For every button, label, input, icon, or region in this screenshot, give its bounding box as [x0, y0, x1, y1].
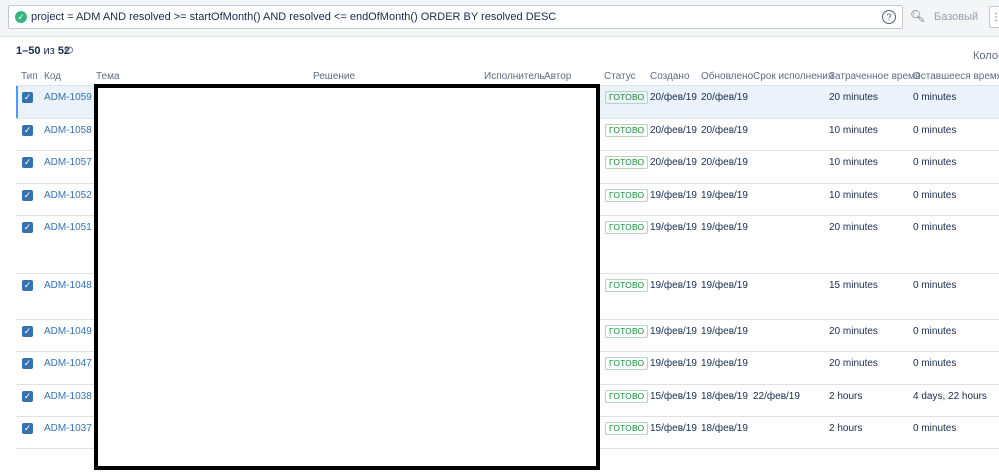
search-bar: ✓ project = ADM AND resolved >= startOfM… [0, 0, 999, 37]
updated-date: 20/фев/19 [701, 125, 748, 136]
status-lozenge: ГОТОВО [605, 124, 649, 137]
status-lozenge: ГОТОВО [605, 189, 649, 202]
results-count: 1–50 из 52 [16, 45, 70, 57]
view-options-button[interactable]: ⋮ [989, 6, 999, 28]
basic-mode-link[interactable]: Базовый [934, 11, 978, 23]
created-date: 19/фев/19 [650, 190, 697, 201]
time-spent: 20 minutes [829, 92, 878, 103]
issue-key-link[interactable]: ADM-1059 [44, 92, 92, 103]
updated-date: 20/фев/19 [701, 92, 748, 103]
task-type-icon: ✓ [22, 157, 33, 168]
check-circle-icon: ✓ [15, 11, 27, 23]
status-lozenge: ГОТОВО [605, 221, 649, 234]
created-date: 15/фев/19 [650, 391, 697, 402]
jql-query-input[interactable]: ✓ project = ADM AND resolved >= startOfM… [8, 5, 903, 29]
time-remaining: 0 minutes [913, 157, 957, 168]
time-spent: 10 minutes [829, 157, 878, 168]
time-spent: 15 minutes [829, 280, 878, 291]
created-date: 19/фев/19 [650, 222, 697, 233]
updated-date: 19/фев/19 [701, 222, 748, 233]
created-date: 20/фев/19 [650, 157, 697, 168]
updated-date: 20/фев/19 [701, 157, 748, 168]
issue-key-link[interactable]: ADM-1051 [44, 222, 92, 233]
status-lozenge: ГОТОВО [605, 422, 649, 435]
issue-key-link[interactable]: ADM-1037 [44, 423, 92, 434]
jql-query-text: project = ADM AND resolved >= startOfMon… [31, 11, 557, 23]
selected-row-indicator [16, 86, 18, 118]
header-due[interactable]: Срок исполнения [753, 71, 833, 82]
header-assignee[interactable]: Исполнитель [484, 71, 545, 82]
issue-key-link[interactable]: ADM-1052 [44, 190, 92, 201]
task-type-icon: ✓ [22, 125, 33, 136]
status-lozenge: ГОТОВО [605, 91, 649, 104]
time-remaining: 0 minutes [913, 358, 957, 369]
created-date: 19/фев/19 [650, 280, 697, 291]
issue-key-link[interactable]: ADM-1038 [44, 391, 92, 402]
created-date: 19/фев/19 [650, 326, 697, 337]
status-lozenge: ГОТОВО [605, 156, 649, 169]
task-type-icon: ✓ [22, 92, 33, 103]
status-lozenge: ГОТОВО [605, 279, 649, 292]
time-remaining: 0 minutes [913, 326, 957, 337]
results-range: 1–50 [16, 45, 41, 57]
updated-date: 19/фев/19 [701, 358, 748, 369]
header-status[interactable]: Статус [604, 71, 636, 82]
created-date: 19/фев/19 [650, 358, 697, 369]
time-remaining: 4 days, 22 hours [913, 391, 987, 402]
time-remaining: 0 minutes [913, 190, 957, 201]
issue-key-link[interactable]: ADM-1048 [44, 280, 92, 291]
header-time-spent[interactable]: Затраченное время [829, 71, 920, 82]
issue-key-link[interactable]: ADM-1058 [44, 125, 92, 136]
time-spent: 2 hours [829, 391, 863, 402]
created-date: 20/фев/19 [650, 125, 697, 136]
updated-date: 19/фев/19 [701, 190, 748, 201]
header-remaining[interactable]: Оставшееся время [913, 71, 999, 82]
task-type-icon: ✓ [22, 326, 33, 337]
task-type-icon: ✓ [22, 222, 33, 233]
header-summary[interactable]: Тема [96, 71, 120, 82]
task-type-icon: ✓ [22, 190, 33, 201]
created-date: 15/фев/19 [650, 423, 697, 434]
created-date: 20/фев/19 [650, 92, 697, 103]
issue-key-link[interactable]: ADM-1047 [44, 358, 92, 369]
status-lozenge: ГОТОВО [605, 325, 649, 338]
question-circle-icon[interactable]: ? [882, 10, 896, 24]
updated-date: 18/фев/19 [701, 423, 748, 434]
time-remaining: 0 minutes [913, 92, 957, 103]
time-spent: 10 minutes [829, 190, 878, 201]
header-reporter[interactable]: Автор [544, 71, 571, 82]
time-spent: 20 minutes [829, 326, 878, 337]
refresh-icon[interactable]: ⟲ [64, 44, 73, 57]
updated-date: 19/фев/19 [701, 280, 748, 291]
updated-date: 18/фев/19 [701, 391, 748, 402]
status-lozenge: ГОТОВО [605, 390, 649, 403]
time-spent: 10 minutes [829, 125, 878, 136]
time-spent: 2 hours [829, 423, 863, 434]
header-resolution[interactable]: Решение [313, 71, 355, 82]
due-date: 22/фев/19 [753, 391, 800, 402]
issue-key-link[interactable]: ADM-1057 [44, 157, 92, 168]
time-remaining: 0 minutes [913, 423, 957, 434]
results-of-label: из [43, 45, 55, 57]
task-type-icon: ✓ [22, 280, 33, 291]
time-spent: 20 minutes [829, 358, 878, 369]
header-created[interactable]: Создано [650, 71, 690, 82]
time-remaining: 0 minutes [913, 125, 957, 136]
updated-date: 19/фев/19 [701, 326, 748, 337]
task-type-icon: ✓ [22, 391, 33, 402]
redaction-box [94, 84, 600, 470]
header-updated[interactable]: Обновлено [701, 71, 753, 82]
time-spent: 20 minutes [829, 222, 878, 233]
time-remaining: 0 minutes [913, 222, 957, 233]
time-remaining: 0 minutes [913, 280, 957, 291]
status-lozenge: ГОТОВО [605, 357, 649, 370]
columns-button[interactable]: Колон [973, 50, 999, 62]
header-type[interactable]: Тип [21, 71, 38, 82]
magnifier-icon[interactable]: 🔍︎ [910, 9, 925, 23]
task-type-icon: ✓ [22, 358, 33, 369]
issue-key-link[interactable]: ADM-1049 [44, 326, 92, 337]
header-key[interactable]: Код [44, 71, 61, 82]
task-type-icon: ✓ [22, 423, 33, 434]
